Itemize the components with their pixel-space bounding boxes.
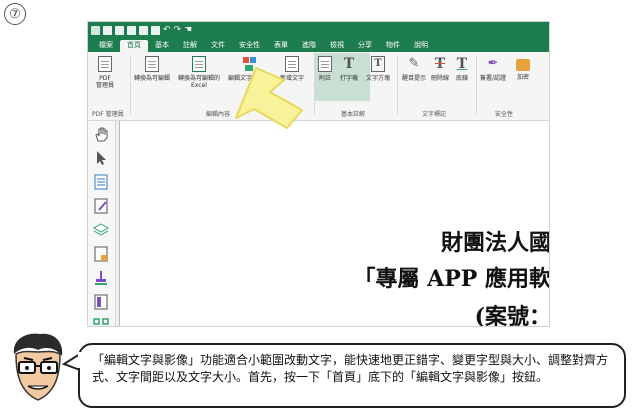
caption-bubble: 「編輯文字與影像」功能適合小範圍改動文字，能快速地更正錯字、變更字型與大小、調整… (78, 343, 626, 408)
underline-icon: T (456, 56, 468, 72)
textbox-button[interactable]: T 文字方塊 (366, 56, 390, 82)
stamp-icon[interactable] (93, 270, 109, 286)
group-label-edit-content: 編輯內容 (206, 111, 231, 118)
sign-label: 簽署/認證 (480, 75, 507, 82)
strikethrough-icon: T (434, 56, 446, 72)
textbox-icon: T (371, 56, 385, 72)
sign-icon: ✒ (487, 56, 499, 71)
presenter-avatar (13, 333, 63, 401)
caption-text: 「編輯文字與影像」功能適合小範圍改動文字，能快速地更正錯字、變更字型與大小、調整… (92, 353, 609, 384)
select-arrow-icon[interactable] (93, 150, 109, 166)
tab-advanced[interactable]: 進階 (295, 40, 323, 52)
textbox-label: 文字方塊 (366, 75, 391, 82)
tab-view[interactable]: 檢視 (323, 40, 351, 52)
email-icon[interactable] (139, 25, 148, 35)
convert-doc-icon (145, 56, 159, 72)
tab-object[interactable]: 物件 (379, 40, 407, 52)
hand-tool-icon[interactable] (93, 127, 109, 143)
tab-comment[interactable]: 註解 (176, 40, 204, 52)
tab-file[interactable]: 檔案 (92, 40, 120, 52)
convert-editable-button[interactable]: 轉換為可編輯 (134, 56, 170, 82)
excel-icon (192, 56, 206, 72)
lock-icon (516, 59, 530, 71)
scan-icon[interactable] (151, 25, 160, 35)
step-number: ⑦ (4, 3, 26, 25)
doc-line-3: (案號： (474, 304, 550, 327)
highlight-label: 醒目提示 (402, 75, 427, 82)
tab-forms[interactable]: 表單 (267, 40, 295, 52)
strikethrough-button[interactable]: T 刪除線 (431, 56, 449, 82)
attachments-icon[interactable] (93, 246, 109, 262)
annotation-list-icon[interactable] (93, 198, 109, 214)
group-label-text-markup: 文字標記 (422, 111, 447, 118)
pointer-arrow-icon (235, 67, 303, 129)
typewriter-button[interactable]: T 打字機 (340, 56, 358, 82)
open-icon[interactable] (103, 25, 112, 35)
bookmark-panel-icon[interactable] (93, 294, 109, 310)
tab-help[interactable]: 說明 (407, 40, 435, 52)
undo-icon[interactable]: ↶ (163, 25, 171, 35)
tab-home[interactable]: 首頁 (120, 40, 148, 52)
pdf-manager-label-2: 管理員 (96, 82, 115, 89)
document-canvas[interactable]: 財團法人國 「專屬 APP 應用軟 (案號： (119, 121, 550, 327)
group-label-pdf-manager: PDF 管理員 (92, 111, 124, 118)
tab-document[interactable]: 文件 (204, 40, 232, 52)
grid-view-icon[interactable] (93, 318, 109, 327)
group-label-security: 安全性 (495, 111, 514, 118)
highlight-button[interactable]: ✎ 醒目提示 (402, 56, 426, 82)
title-bar: ↶ ↷ ☚ (88, 22, 549, 38)
pdf-manager-button[interactable]: PDF 管理員 (96, 56, 114, 89)
convert-excel-button[interactable]: 轉換為可編輯的 Excel (178, 56, 220, 89)
typewriter-icon: T (343, 56, 355, 72)
convert-editable-label: 轉換為可編輯 (134, 75, 171, 82)
convert-excel-label-2: Excel (191, 82, 207, 89)
tab-share[interactable]: 分享 (351, 40, 379, 52)
pdf-manager-label-1: PDF (99, 75, 111, 82)
typewriter-label: 打字機 (340, 75, 359, 82)
convert-excel-label-1: 轉換為可編輯的 (178, 75, 221, 82)
highlight-icon: ✎ (408, 56, 420, 71)
hand-icon[interactable]: ☚ (184, 25, 192, 35)
print-icon[interactable] (127, 25, 136, 35)
group-label-basic-notes: 基本註解 (341, 111, 366, 118)
tab-security[interactable]: 安全性 (232, 40, 267, 52)
encrypt-button[interactable]: 加密 (516, 56, 530, 81)
redo-icon[interactable]: ↷ (174, 25, 182, 35)
menu-bar: 檔案 首頁 基本 註解 文件 安全性 表單 進階 檢視 分享 物件 說明 (88, 38, 549, 52)
page-thumbnails-icon[interactable] (93, 174, 109, 190)
encrypt-label: 加密 (516, 74, 529, 81)
underline-button[interactable]: T 底線 (455, 56, 469, 82)
save-icon[interactable] (115, 25, 124, 35)
underline-label: 底線 (455, 75, 468, 82)
pdf-manager-icon (98, 56, 112, 72)
doc-line-2: 「專屬 APP 應用軟 (353, 266, 550, 292)
strikethrough-label: 刪除線 (431, 75, 450, 82)
app-logo-icon (91, 25, 100, 35)
sign-button[interactable]: ✒ 簽署/認證 (480, 56, 506, 82)
left-toolbar (88, 121, 116, 327)
layers-icon[interactable] (93, 222, 109, 238)
tab-basic[interactable]: 基本 (148, 40, 176, 52)
doc-line-1: 財團法人國 (440, 230, 550, 256)
